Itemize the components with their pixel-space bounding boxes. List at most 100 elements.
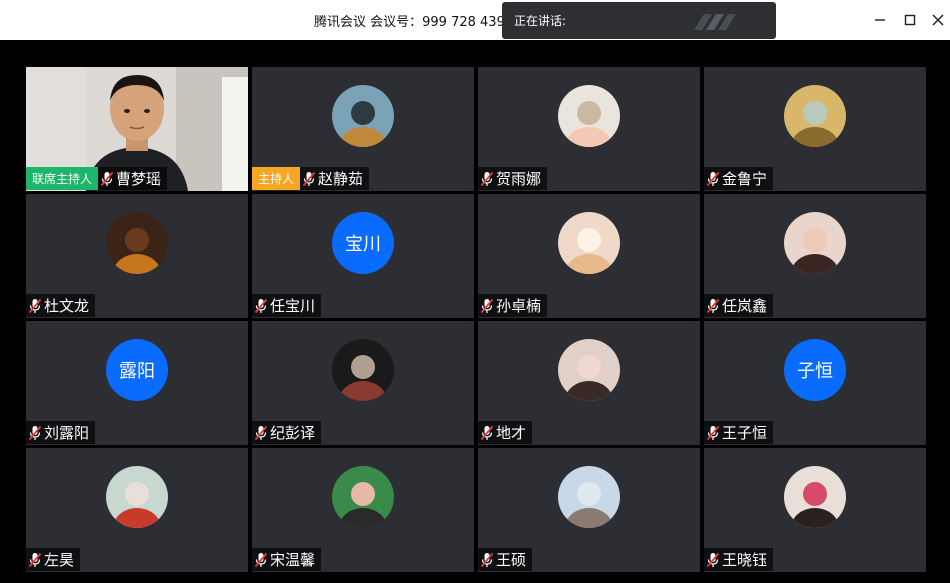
participant-label: 金鲁宁 xyxy=(704,167,774,190)
name-bar: 金鲁宁 xyxy=(704,167,774,190)
tencent-meeting-logo-icon xyxy=(694,14,736,30)
name-bar: 左昊 xyxy=(26,548,81,571)
avatar xyxy=(558,212,620,274)
participant-label: 王硕 xyxy=(478,548,533,571)
muted-mic-icon[interactable] xyxy=(480,171,494,187)
muted-mic-icon[interactable] xyxy=(706,425,720,441)
avatar xyxy=(784,85,846,147)
muted-mic-icon[interactable] xyxy=(480,298,494,314)
muted-mic-icon[interactable] xyxy=(480,425,494,441)
name-bar: 王晓钰 xyxy=(704,548,774,571)
participant-name: 孙卓楠 xyxy=(496,297,542,315)
participant-label: 左昊 xyxy=(26,548,81,571)
name-bar: 联席主持人 曹梦瑶 xyxy=(26,167,168,190)
name-bar: 任岚鑫 xyxy=(704,294,774,317)
participant-tile[interactable]: 王硕 xyxy=(478,448,700,572)
participant-name: 地才 xyxy=(496,424,527,442)
muted-mic-icon[interactable] xyxy=(706,552,720,568)
participant-label: 地才 xyxy=(478,421,533,444)
avatar-initials: 露阳 xyxy=(106,339,168,401)
participant-tile[interactable]: 金鲁宁 xyxy=(704,67,926,191)
participant-label: 宋温馨 xyxy=(252,548,322,571)
participant-tile[interactable]: 子恒王子恒 xyxy=(704,321,926,445)
participant-tile[interactable]: 主持人 赵静茹 xyxy=(252,67,474,191)
participant-name: 左昊 xyxy=(44,551,75,569)
participant-name: 贺雨娜 xyxy=(496,170,542,188)
name-bar: 纪彭译 xyxy=(252,421,322,444)
participant-tile[interactable]: 王晓钰 xyxy=(704,448,926,572)
muted-mic-icon[interactable] xyxy=(254,425,268,441)
avatar xyxy=(332,466,394,528)
close-icon[interactable] xyxy=(928,10,948,30)
avatar-initials: 宝川 xyxy=(332,212,394,274)
name-bar: 王硕 xyxy=(478,548,533,571)
participant-name: 王晓钰 xyxy=(722,551,768,569)
participant-label: 纪彭译 xyxy=(252,421,322,444)
participant-name: 王子恒 xyxy=(722,424,768,442)
speaking-label: 正在讲话: xyxy=(514,14,567,28)
name-bar: 宋温馨 xyxy=(252,548,322,571)
co-host-badge: 联席主持人 xyxy=(26,167,99,190)
participant-tile[interactable]: 任岚鑫 xyxy=(704,194,926,318)
muted-mic-icon[interactable] xyxy=(100,171,114,187)
avatar xyxy=(784,212,846,274)
name-bar: 杜文龙 xyxy=(26,294,96,317)
maximize-icon[interactable] xyxy=(900,10,920,30)
participant-tile[interactable]: 左昊 xyxy=(26,448,248,572)
participant-label: 任岚鑫 xyxy=(704,294,774,317)
muted-mic-icon[interactable] xyxy=(480,552,494,568)
window-title: 腾讯会议 会议号：999 728 439 xyxy=(314,15,505,30)
muted-mic-icon[interactable] xyxy=(706,298,720,314)
participant-tile[interactable]: 宝川任宝川 xyxy=(252,194,474,318)
avatar xyxy=(106,212,168,274)
minimize-icon[interactable] xyxy=(870,10,890,30)
name-bar: 贺雨娜 xyxy=(478,167,548,190)
muted-mic-icon[interactable] xyxy=(28,425,42,441)
avatar xyxy=(558,85,620,147)
host-badge: 主持人 xyxy=(252,167,301,190)
participant-tile[interactable]: 贺雨娜 xyxy=(478,67,700,191)
participant-tile[interactable]: 地才 xyxy=(478,321,700,445)
name-bar: 地才 xyxy=(478,421,533,444)
muted-mic-icon[interactable] xyxy=(706,171,720,187)
participant-tile[interactable]: 杜文龙 xyxy=(26,194,248,318)
avatar xyxy=(332,339,394,401)
participant-label: 曹梦瑶 xyxy=(98,167,168,190)
speaking-indicator: 正在讲话: xyxy=(502,2,776,39)
name-bar: 任宝川 xyxy=(252,294,322,317)
avatar xyxy=(784,466,846,528)
participant-label: 赵静茹 xyxy=(300,167,370,190)
participant-label: 刘露阳 xyxy=(26,421,96,444)
participant-name: 赵静茹 xyxy=(318,170,364,188)
name-bar: 王子恒 xyxy=(704,421,774,444)
name-bar: 主持人 赵静茹 xyxy=(252,167,370,190)
muted-mic-icon[interactable] xyxy=(28,552,42,568)
participant-name: 纪彭译 xyxy=(270,424,316,442)
participant-tile[interactable]: 露阳 刘露阳 xyxy=(26,321,248,445)
participant-label: 任宝川 xyxy=(252,294,322,317)
muted-mic-icon[interactable] xyxy=(302,171,316,187)
muted-mic-icon[interactable] xyxy=(254,298,268,314)
title-bar: 腾讯会议 会议号：999 728 439 正在讲话: xyxy=(0,0,950,40)
participant-label: 杜文龙 xyxy=(26,294,96,317)
avatar xyxy=(558,466,620,528)
participant-name: 任宝川 xyxy=(270,297,316,315)
avatar xyxy=(332,85,394,147)
participant-tile[interactable]: 孙卓楠 xyxy=(478,194,700,318)
participant-name: 任岚鑫 xyxy=(722,297,768,315)
name-bar: 孙卓楠 xyxy=(478,294,548,317)
avatar-initials: 子恒 xyxy=(784,339,846,401)
avatar xyxy=(106,466,168,528)
participant-tile[interactable]: 宋温馨 xyxy=(252,448,474,572)
avatar xyxy=(558,339,620,401)
participant-name: 金鲁宁 xyxy=(722,170,768,188)
muted-mic-icon[interactable] xyxy=(28,298,42,314)
name-bar: 刘露阳 xyxy=(26,421,96,444)
participant-label: 王晓钰 xyxy=(704,548,774,571)
participant-tile[interactable]: 联席主持人 曹梦瑶 xyxy=(26,67,248,191)
participant-label: 王子恒 xyxy=(704,421,774,444)
participant-name: 杜文龙 xyxy=(44,297,90,315)
participant-tile[interactable]: 纪彭译 xyxy=(252,321,474,445)
muted-mic-icon[interactable] xyxy=(254,552,268,568)
participant-name: 王硕 xyxy=(496,551,527,569)
